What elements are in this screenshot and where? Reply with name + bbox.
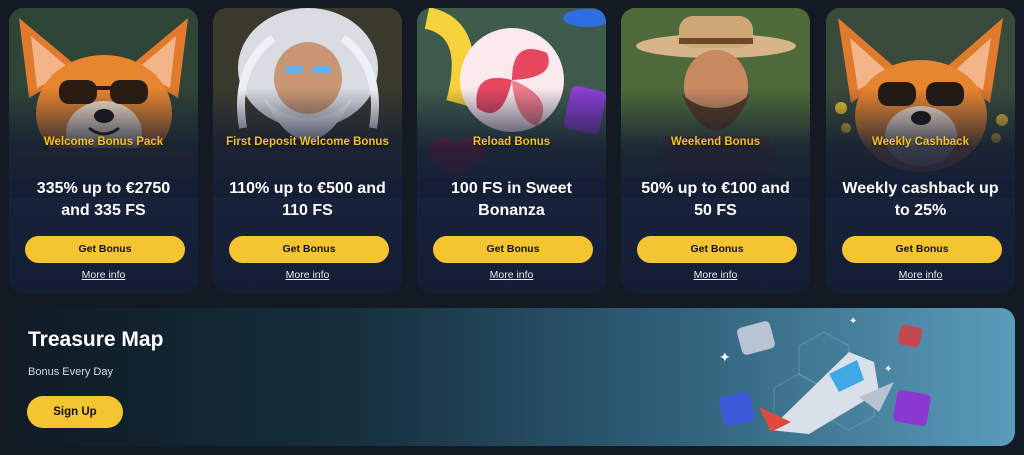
get-bonus-button[interactable]: Get Bonus [25, 236, 185, 263]
promo-card-welcome-pack[interactable]: Welcome Bonus Pack 335% up to €2750 and … [9, 8, 198, 293]
more-info-link[interactable]: More info [417, 269, 606, 281]
promotions-page: Welcome Bonus Pack 335% up to €2750 and … [0, 0, 1024, 455]
promo-headline: Weekly cashback up to 25% [842, 180, 999, 219]
get-bonus-button[interactable]: Get Bonus [637, 236, 797, 263]
get-bonus-button[interactable]: Get Bonus [229, 236, 389, 263]
promo-tag: Weekend Bonus [670, 136, 761, 148]
promo-card-weekend[interactable]: Weekend Bonus 50% up to €100 and 50 FS G… [621, 8, 810, 293]
more-info-link[interactable]: More info [621, 269, 810, 281]
promo-card-reload[interactable]: Reload Bonus 100 FS in Sweet Bonanza Get… [417, 8, 606, 293]
sign-up-button[interactable]: Sign Up [27, 396, 123, 428]
banner-subtitle: Bonus Every Day [28, 366, 113, 378]
svg-text:✦: ✦ [884, 364, 892, 375]
spaceship-treasure-chests-illustration: ✦ ✦ ✦ [719, 316, 931, 434]
promo-tag: Welcome Bonus Pack [43, 136, 164, 148]
more-info-link[interactable]: More info [213, 269, 402, 281]
promo-tag: Reload Bonus [472, 136, 551, 148]
more-info-link[interactable]: More info [9, 269, 198, 281]
promo-headline: 100 FS in Sweet Bonanza [451, 180, 572, 219]
get-bonus-button[interactable]: Get Bonus [433, 236, 593, 263]
treasure-map-banner: Treasure Map Bonus Every Day Sign Up ✦ ✦… [9, 308, 1015, 446]
svg-text:✦: ✦ [849, 316, 857, 327]
promo-headline: 335% up to €2750 and 335 FS [36, 180, 171, 219]
banner-title: Treasure Map [28, 328, 164, 351]
promo-tag: Weekly Cashback [872, 136, 969, 148]
promo-headline: 110% up to €500 and 110 FS [229, 180, 386, 219]
promo-card-first-deposit[interactable]: First Deposit Welcome Bonus 110% up to €… [213, 8, 402, 293]
svg-text:✦: ✦ [719, 350, 731, 366]
promo-tag: First Deposit Welcome Bonus [226, 136, 389, 148]
promo-card-row: Welcome Bonus Pack 335% up to €2750 and … [9, 8, 1015, 293]
promo-card-weekly-cashback[interactable]: Weekly Cashback Weekly cashback up to 25… [826, 8, 1015, 293]
promo-headline: 50% up to €100 and 50 FS [641, 180, 790, 219]
more-info-link[interactable]: More info [826, 269, 1015, 281]
get-bonus-button[interactable]: Get Bonus [842, 236, 1002, 263]
